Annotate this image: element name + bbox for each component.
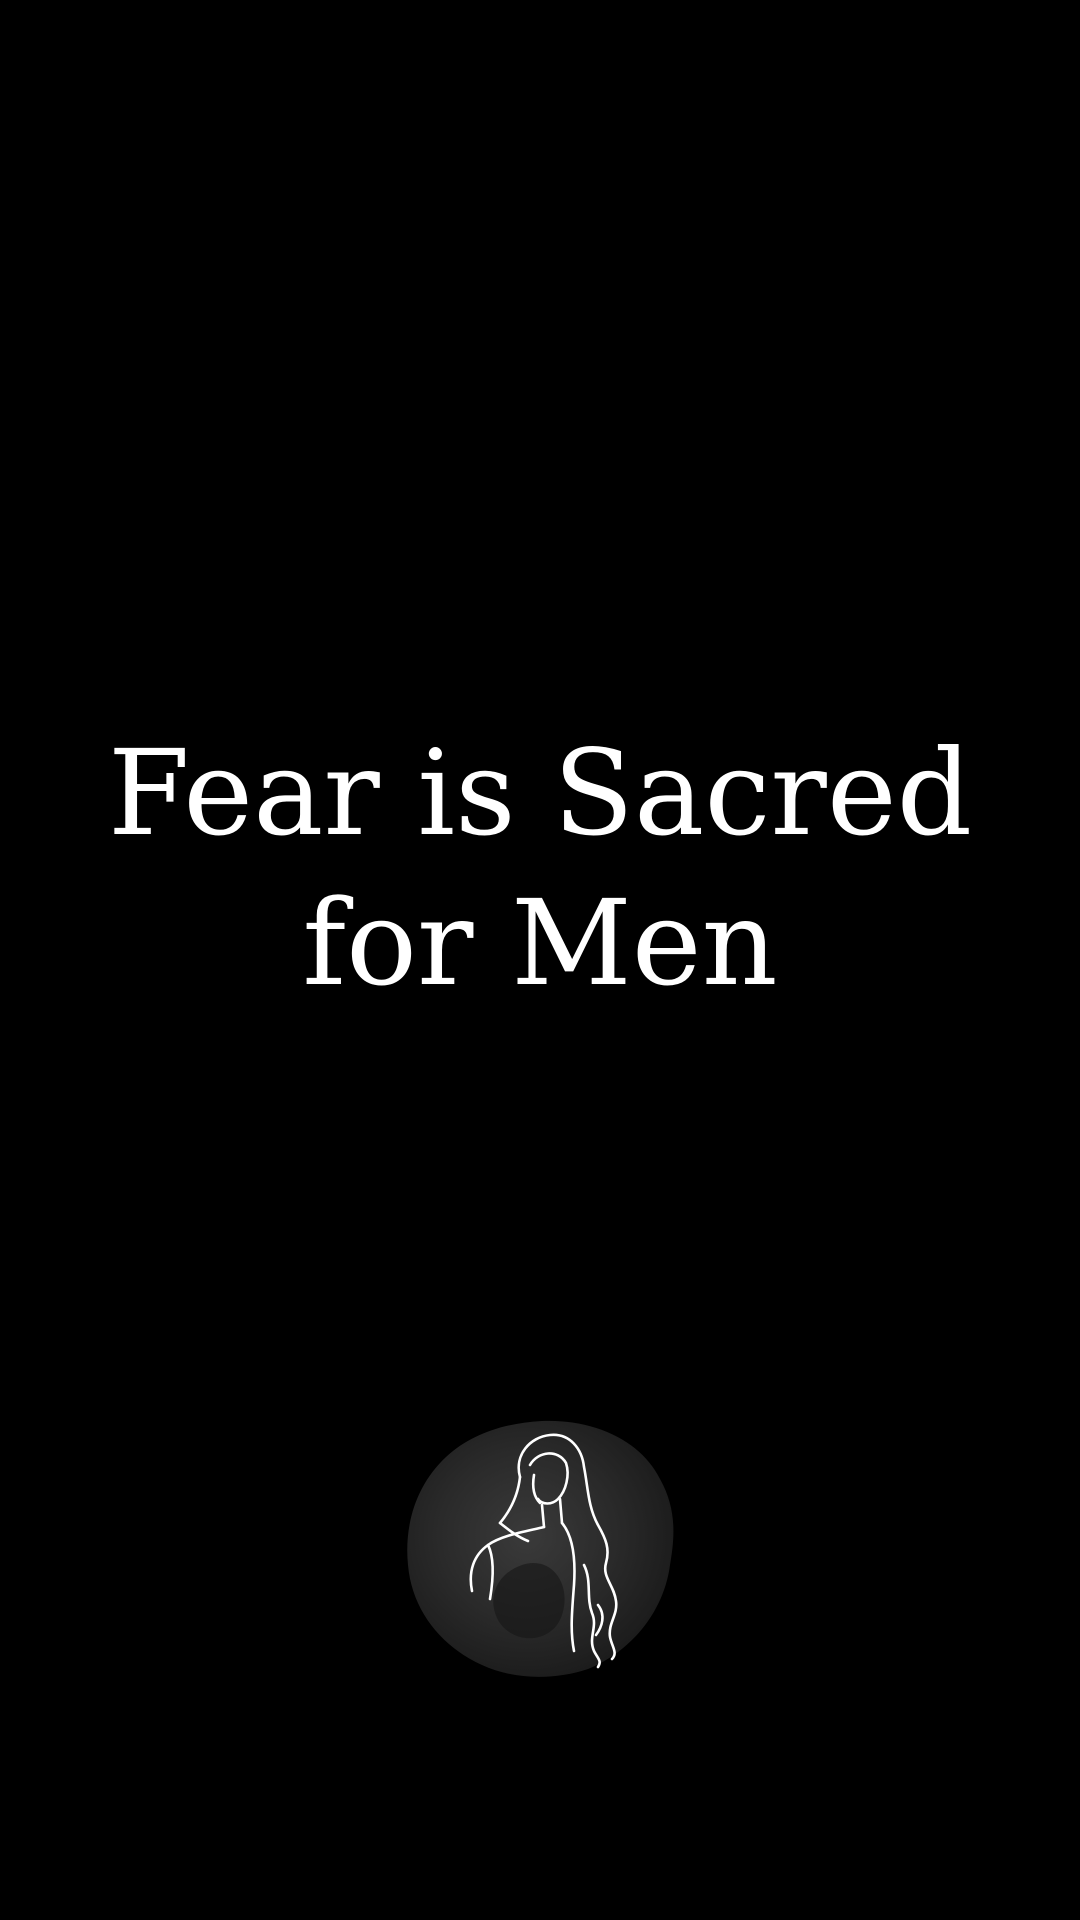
story-screen: Fear is Sacred for Men: [0, 0, 1080, 1920]
title-text: Fear is Sacred for Men: [0, 718, 1080, 1018]
woman-line-art-icon: [402, 1415, 678, 1683]
title-line-2: for Men: [302, 874, 778, 1012]
title-line-1: Fear is Sacred: [107, 724, 973, 862]
